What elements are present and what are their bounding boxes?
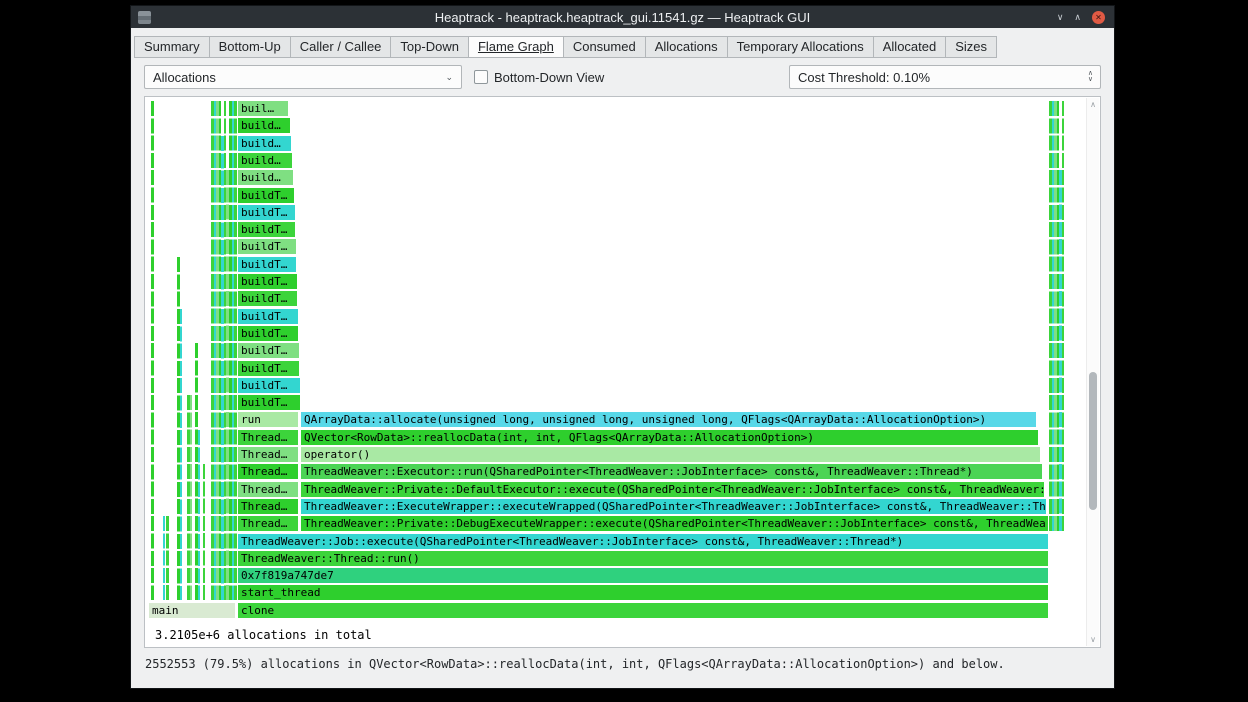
- flame-cell[interactable]: buildT…: [238, 308, 298, 324]
- titlebar[interactable]: Heaptrack - heaptrack.heaptrack_gui.1154…: [131, 6, 1114, 28]
- tab-caller-callee[interactable]: Caller / Callee: [289, 36, 392, 58]
- flame-cell[interactable]: ThreadWeaver::Private::DebugExecuteWrapp…: [301, 516, 1048, 532]
- cost-threshold-value: Cost Threshold: 0.10%: [798, 69, 930, 85]
- flame-cell[interactable]: build…: [238, 135, 291, 151]
- tab-bottom-up[interactable]: Bottom-Up: [208, 36, 291, 58]
- minimize-button[interactable]: ∨: [1057, 11, 1064, 24]
- flame-cell[interactable]: Thread…: [238, 429, 298, 445]
- flame-cell[interactable]: buildT…: [238, 204, 295, 220]
- chevron-down-icon: ⌄: [445, 71, 453, 82]
- flame-cell[interactable]: buildT…: [238, 239, 296, 255]
- flame-band[interactable]: [234, 101, 237, 601]
- metric-combobox[interactable]: Allocations ⌄: [144, 65, 462, 89]
- flame-cell[interactable]: run: [238, 412, 298, 428]
- flame-cell[interactable]: buildT…: [238, 395, 300, 411]
- bottom-down-label[interactable]: Bottom-Down View: [494, 70, 604, 85]
- spin-down-icon[interactable]: ∨: [1088, 76, 1093, 83]
- flame-cell[interactable]: build…: [238, 170, 293, 186]
- flame-cell[interactable]: buildT…: [238, 256, 296, 272]
- flame-total-label: 3.2105e+6 allocations in total: [155, 628, 372, 642]
- flame-band[interactable]: [1062, 101, 1064, 532]
- scroll-up-icon[interactable]: ∧: [1087, 100, 1099, 109]
- flame-cell[interactable]: buil…: [238, 101, 288, 116]
- bottom-down-view-control: Bottom-Down View: [474, 70, 604, 85]
- tab-consumed[interactable]: Consumed: [562, 36, 646, 58]
- tab-temporary-allocations[interactable]: Temporary Allocations: [726, 36, 874, 58]
- flame-cell[interactable]: build…: [238, 118, 290, 134]
- flame-band[interactable]: [190, 395, 192, 601]
- flame-cell[interactable]: buildT…: [238, 187, 294, 203]
- flame-cell[interactable]: ThreadWeaver::Executor::run(QSharedPoint…: [301, 464, 1042, 480]
- flame-cell[interactable]: Thread…: [238, 447, 298, 462]
- flame-cell[interactable]: buildT…: [238, 377, 300, 393]
- flame-cell[interactable]: main: [149, 602, 235, 618]
- flame-cell[interactable]: 0x7f819a747de7: [238, 568, 1048, 584]
- flame-cell[interactable]: buildT…: [238, 360, 299, 376]
- flame-cell[interactable]: ThreadWeaver::ExecuteWrapper::executeWra…: [301, 498, 1046, 514]
- close-button[interactable]: ✕: [1092, 10, 1105, 24]
- status-text: 2552553 (79.5%) allocations in QVector<R…: [145, 657, 1005, 671]
- flame-cell[interactable]: Thread…: [238, 464, 298, 480]
- flame-cell[interactable]: start_thread: [238, 585, 1048, 601]
- bottom-down-checkbox[interactable]: [474, 70, 488, 84]
- cost-threshold-spinbox[interactable]: Cost Threshold: 0.10% ∧ ∨: [789, 65, 1101, 89]
- flame-cell[interactable]: buildT…: [238, 222, 295, 238]
- toolbar: Allocations ⌄ Bottom-Down View Cost Thre…: [131, 58, 1114, 96]
- tab-flame-graph[interactable]: Flame Graph: [467, 36, 564, 58]
- scroll-down-icon[interactable]: ∨: [1087, 635, 1099, 644]
- flame-cell[interactable]: Thread…: [238, 481, 298, 497]
- flame-band[interactable]: [203, 464, 205, 601]
- flame-content: buil… build… build… build… build… buildT… buil…: [149, 101, 1071, 641]
- flame-cell[interactable]: buildT…: [238, 291, 297, 307]
- flame-cell[interactable]: buildT…: [238, 343, 299, 359]
- flame-cell[interactable]: buildT…: [238, 325, 298, 341]
- heaptrack-window: Heaptrack - heaptrack.heaptrack_gui.1154…: [130, 5, 1115, 689]
- flame-graph-view[interactable]: buil… build… build… build… build… buildT… buil…: [144, 96, 1101, 648]
- flame-cell[interactable]: ThreadWeaver::Job::execute(QSharedPointe…: [238, 533, 1048, 549]
- flame-band[interactable]: [151, 101, 154, 601]
- flame-cell[interactable]: clone: [238, 602, 1048, 618]
- app-icon: [138, 10, 151, 24]
- flame-band[interactable]: [198, 429, 200, 601]
- flame-band[interactable]: [166, 516, 169, 601]
- flame-cell[interactable]: ThreadWeaver::Private::DefaultExecutor::…: [301, 481, 1044, 497]
- tab-sizes[interactable]: Sizes: [945, 36, 998, 58]
- tab-allocations[interactable]: Allocations: [644, 36, 728, 58]
- vertical-scrollbar[interactable]: ∧ ∨: [1086, 98, 1099, 646]
- tab-bar: Summary Bottom-Up Caller / Callee Top-Down F…: [134, 36, 1114, 58]
- tab-allocated[interactable]: Allocated: [872, 36, 947, 58]
- window-controls: ∨ ∧ ✕: [1057, 10, 1114, 24]
- flame-cell[interactable]: build…: [238, 152, 292, 168]
- flame-band[interactable]: [163, 516, 165, 601]
- flame-cell[interactable]: QVector<RowData>::reallocData(int, int, …: [301, 429, 1038, 445]
- flame-cell[interactable]: QArrayData::allocate(unsigned long, unsi…: [301, 412, 1036, 428]
- flame-cell[interactable]: buildT…: [238, 274, 297, 289]
- tab-top-down[interactable]: Top-Down: [390, 36, 469, 58]
- window-title: Heaptrack - heaptrack.heaptrack_gui.1154…: [434, 9, 811, 25]
- close-icon: ✕: [1095, 12, 1102, 22]
- flame-band[interactable]: [180, 308, 182, 601]
- flame-cell[interactable]: Thread…: [238, 498, 298, 514]
- scrollbar-thumb[interactable]: [1089, 372, 1097, 510]
- tab-summary[interactable]: Summary: [134, 36, 210, 58]
- flame-cell[interactable]: ThreadWeaver::Thread::run(): [238, 550, 1048, 566]
- metric-combobox-value: Allocations: [153, 69, 216, 85]
- spin-arrows: ∧ ∨: [1088, 70, 1100, 83]
- flame-cell[interactable]: operator(): [301, 447, 1040, 462]
- flame-cell[interactable]: Thread…: [238, 516, 298, 532]
- maximize-button[interactable]: ∧: [1074, 11, 1081, 24]
